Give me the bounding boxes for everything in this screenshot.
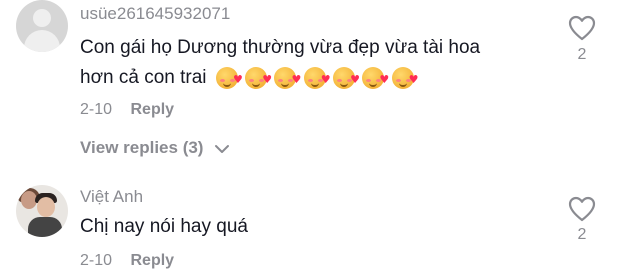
- avatar-shirt: [28, 217, 62, 237]
- chevron-down-icon: [214, 139, 230, 159]
- comment-text-line-2: hơn cả con trai: [80, 62, 419, 96]
- view-replies-button[interactable]: View replies (3): [80, 138, 230, 159]
- view-replies-label: View replies (3): [80, 138, 204, 157]
- comment-meta: 2-10 Reply: [80, 101, 174, 119]
- comment-date: 2-10: [80, 252, 113, 269]
- smiling-face-with-hearts-icon: [274, 64, 301, 96]
- comment-username[interactable]: usüe261645932071: [80, 4, 230, 24]
- comment-text-line-1: Con gái họ Dương thường vừa đẹp vừa tài …: [80, 37, 481, 58]
- like-count: 2: [577, 226, 587, 243]
- comment-text-line-1: Chị nay nói hay quá: [80, 216, 248, 237]
- avatar-head-shape: [33, 9, 51, 27]
- smiling-face-with-hearts-icon: [332, 64, 360, 96]
- emoji-row: [215, 62, 419, 96]
- comment-text-line-2-label: hơn cả con trai: [80, 67, 207, 89]
- smiling-face-with-hearts-icon: [362, 64, 389, 96]
- avatar[interactable]: [16, 0, 68, 52]
- like-count: 2: [577, 46, 587, 63]
- reply-button[interactable]: Reply: [130, 252, 174, 269]
- comment-meta: 2-10 Reply: [80, 252, 174, 270]
- heart-outline-icon: [568, 15, 596, 41]
- comment-date: 2-10: [80, 101, 113, 118]
- avatar[interactable]: [16, 185, 68, 237]
- smiling-face-with-hearts-icon: [245, 64, 272, 96]
- avatar-body-shape: [24, 30, 60, 52]
- reply-button[interactable]: Reply: [130, 101, 174, 118]
- avatar-person-2-face: [37, 197, 55, 217]
- smiling-face-with-hearts-icon: [303, 64, 331, 96]
- comment-username[interactable]: Việt Anh: [80, 187, 143, 207]
- like-button[interactable]: [565, 195, 599, 228]
- like-button[interactable]: [565, 14, 599, 47]
- heart-outline-icon: [568, 196, 596, 222]
- smiling-face-with-hearts-icon: [391, 64, 419, 96]
- smiling-face-with-hearts-icon: [215, 64, 243, 96]
